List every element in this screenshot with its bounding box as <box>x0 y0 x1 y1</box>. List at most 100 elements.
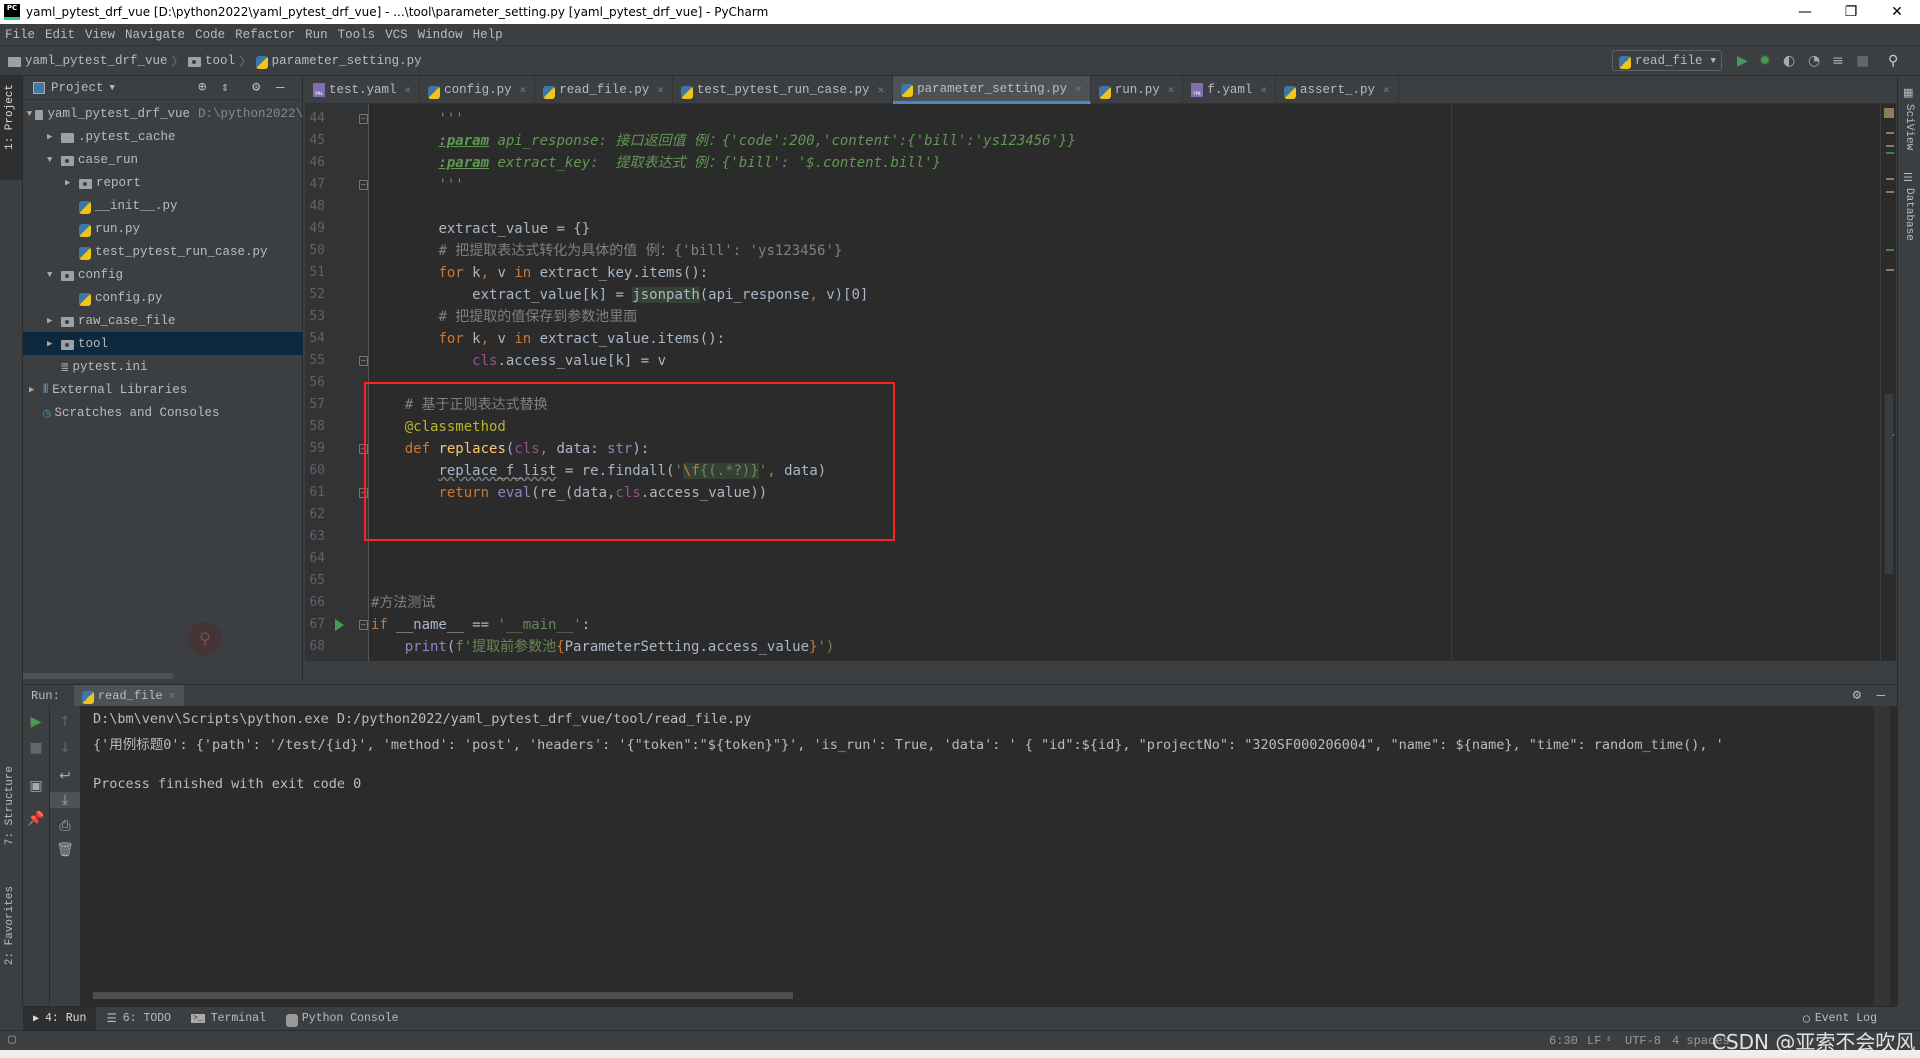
concurrency-icon[interactable]: ≡ <box>1832 53 1844 69</box>
horizontal-scrollbar[interactable] <box>23 673 173 679</box>
inspection-status-icon[interactable] <box>1884 108 1894 118</box>
close-tab-icon[interactable]: ✕ <box>1075 82 1082 96</box>
tool-tab-python-console[interactable]: Python Console <box>276 1007 409 1031</box>
chevron-down-icon[interactable]: ▼ <box>110 83 115 93</box>
close-tab-icon[interactable]: ✕ <box>877 83 884 97</box>
menu-file[interactable]: File <box>0 28 40 42</box>
menu-help[interactable]: Help <box>468 28 508 42</box>
fold-marker-icon[interactable]: − <box>359 114 368 124</box>
breadcrumb-project[interactable]: yaml_pytest_drf_vue <box>25 54 168 68</box>
collapsed-arrow-icon[interactable]: ▶ <box>47 132 61 142</box>
scroll-to-end-icon[interactable]: ⤓ <box>50 792 80 808</box>
close-button[interactable]: ✕ <box>1874 0 1920 24</box>
gear-icon[interactable]: ⚙ <box>252 79 260 96</box>
close-tab-icon[interactable]: ✕ <box>1260 83 1267 97</box>
coverage-icon[interactable]: ◐ <box>1783 53 1795 69</box>
breadcrumb-tool[interactable]: tool <box>205 54 235 68</box>
rerun-icon[interactable]: ▶ <box>23 714 49 730</box>
tool-tab-terminal[interactable]: >_ Terminal <box>181 1007 276 1031</box>
run-config-dropdown[interactable]: read_file ▼ <box>1612 50 1722 71</box>
database-tool-button[interactable]: Database <box>1903 188 1915 241</box>
tree-item[interactable]: __init__.py <box>23 194 303 217</box>
menu-view[interactable]: View <box>80 28 120 42</box>
tree-item[interactable]: ▼ case_run <box>23 148 303 171</box>
soft-wrap-icon[interactable]: ↩ <box>50 768 80 784</box>
tree-item[interactable]: ≣ pytest.ini <box>23 355 303 378</box>
collapsed-arrow-icon[interactable]: ▶ <box>47 316 61 326</box>
line-separator[interactable]: LF <box>1587 1034 1601 1048</box>
close-tab-icon[interactable]: ✕ <box>169 688 176 703</box>
menu-window[interactable]: Window <box>413 28 468 42</box>
tab-f-yaml[interactable]: YML f.yaml ✕ <box>1183 76 1277 104</box>
trash-icon[interactable]: 🗑 <box>50 842 80 858</box>
menu-tools[interactable]: Tools <box>333 28 381 42</box>
tab-parameter-setting-py[interactable]: parameter_setting.py ✕ <box>893 76 1091 104</box>
stop-icon[interactable]: ■ <box>23 740 49 756</box>
tree-item[interactable]: ▶ ⫴ External Libraries <box>23 378 303 401</box>
vertical-scrollbar[interactable] <box>1885 394 1893 574</box>
file-encoding[interactable]: UTF-8 <box>1625 1034 1661 1048</box>
minimize-button[interactable]: — <box>1782 0 1828 24</box>
project-tool-button[interactable]: 1: Project <box>4 84 16 150</box>
tab-test-pytest-run-case-py[interactable]: test_pytest_run_case.py ✕ <box>673 76 894 104</box>
menu-refactor[interactable]: Refactor <box>230 28 300 42</box>
collapse-all-icon[interactable]: ⇕ <box>221 80 229 95</box>
tree-item[interactable]: ◷ Scratches and Consoles <box>23 401 303 424</box>
profile-icon[interactable]: ◔ <box>1808 53 1820 69</box>
collapsed-arrow-icon[interactable]: ▶ <box>29 385 43 395</box>
tree-item[interactable]: ▶ .pytest_cache <box>23 125 303 148</box>
close-tab-icon[interactable]: ✕ <box>520 83 527 97</box>
gear-icon[interactable]: ⚙ <box>1853 687 1861 704</box>
collapsed-arrow-icon[interactable]: ▶ <box>47 339 61 349</box>
run-tab-read-file[interactable]: read_file ✕ <box>73 684 184 707</box>
sciview-tool-button[interactable]: SciView <box>1903 104 1915 150</box>
fold-marker-icon[interactable]: − <box>359 356 368 366</box>
fold-marker-icon[interactable]: − <box>359 620 368 630</box>
expanded-arrow-icon[interactable]: ▼ <box>47 155 61 165</box>
tree-item[interactable]: ▼ config <box>23 263 303 286</box>
tree-item[interactable]: ▶ raw_case_file <box>23 309 303 332</box>
tree-item[interactable]: config.py <box>23 286 303 309</box>
project-view-selector[interactable]: Project <box>51 81 104 95</box>
toggle-tool-windows-icon[interactable]: ▢ <box>8 1032 16 1047</box>
menu-run[interactable]: Run <box>300 28 333 42</box>
favorites-tool-button[interactable]: 2: Favorites <box>4 886 16 965</box>
search-icon[interactable]: ⚲ <box>1888 53 1898 69</box>
menu-navigate[interactable]: Navigate <box>120 28 190 42</box>
console-scrollbar[interactable] <box>1874 706 1890 1006</box>
tree-item[interactable]: run.py <box>23 217 303 240</box>
menu-vcs[interactable]: VCS <box>380 28 413 42</box>
tree-item[interactable]: ▶ report <box>23 171 303 194</box>
hide-icon[interactable]: — <box>276 80 284 96</box>
layout-icon[interactable]: ▣ <box>23 778 49 794</box>
error-stripe[interactable] <box>1880 104 1896 661</box>
run-icon[interactable]: ▶ <box>1737 53 1748 69</box>
console-horizontal-scrollbar[interactable] <box>93 992 793 999</box>
expanded-arrow-icon[interactable]: ▼ <box>27 109 36 119</box>
run-gutter-icon[interactable] <box>335 619 344 631</box>
collapsed-arrow-icon[interactable]: ▶ <box>65 178 79 188</box>
tree-item[interactable]: ▼ yaml_pytest_drf_vue D:\python2022\ <box>23 102 303 125</box>
down-icon[interactable]: ↓ <box>50 740 80 756</box>
tab-read-file-py[interactable]: read_file.py ✕ <box>535 76 673 104</box>
caret-position[interactable]: 6:30 <box>1549 1034 1578 1048</box>
up-icon[interactable]: ↑ <box>50 714 80 730</box>
structure-tool-button[interactable]: 7: Structure <box>4 766 16 845</box>
close-tab-icon[interactable]: ✕ <box>1383 83 1390 97</box>
tree-item[interactable]: ▶ tool <box>23 332 303 355</box>
hide-icon[interactable]: — <box>1877 688 1885 704</box>
maximize-button[interactable]: ❐ <box>1828 0 1874 24</box>
fold-marker-icon[interactable]: − <box>359 180 368 190</box>
tab-config-py[interactable]: config.py ✕ <box>420 76 536 104</box>
close-tab-icon[interactable]: ✕ <box>1168 83 1175 97</box>
menu-edit[interactable]: Edit <box>40 28 80 42</box>
expanded-arrow-icon[interactable]: ▼ <box>47 270 61 280</box>
tree-item[interactable]: test_pytest_run_case.py <box>23 240 303 263</box>
run-console[interactable]: D:\bm\venv\Scripts\python.exe D:/python2… <box>81 706 1897 1006</box>
tab-run-py[interactable]: run.py ✕ <box>1091 76 1184 104</box>
breadcrumb-file[interactable]: parameter_setting.py <box>272 54 422 68</box>
tab-test-yaml[interactable]: YML test.yaml ✕ <box>305 76 421 104</box>
tab-assert--py[interactable]: assert_.py ✕ <box>1276 76 1399 104</box>
tool-tab-todo[interactable]: ☰ 6: TODO <box>96 1007 181 1031</box>
debug-icon[interactable]: ✹ <box>1759 53 1771 69</box>
